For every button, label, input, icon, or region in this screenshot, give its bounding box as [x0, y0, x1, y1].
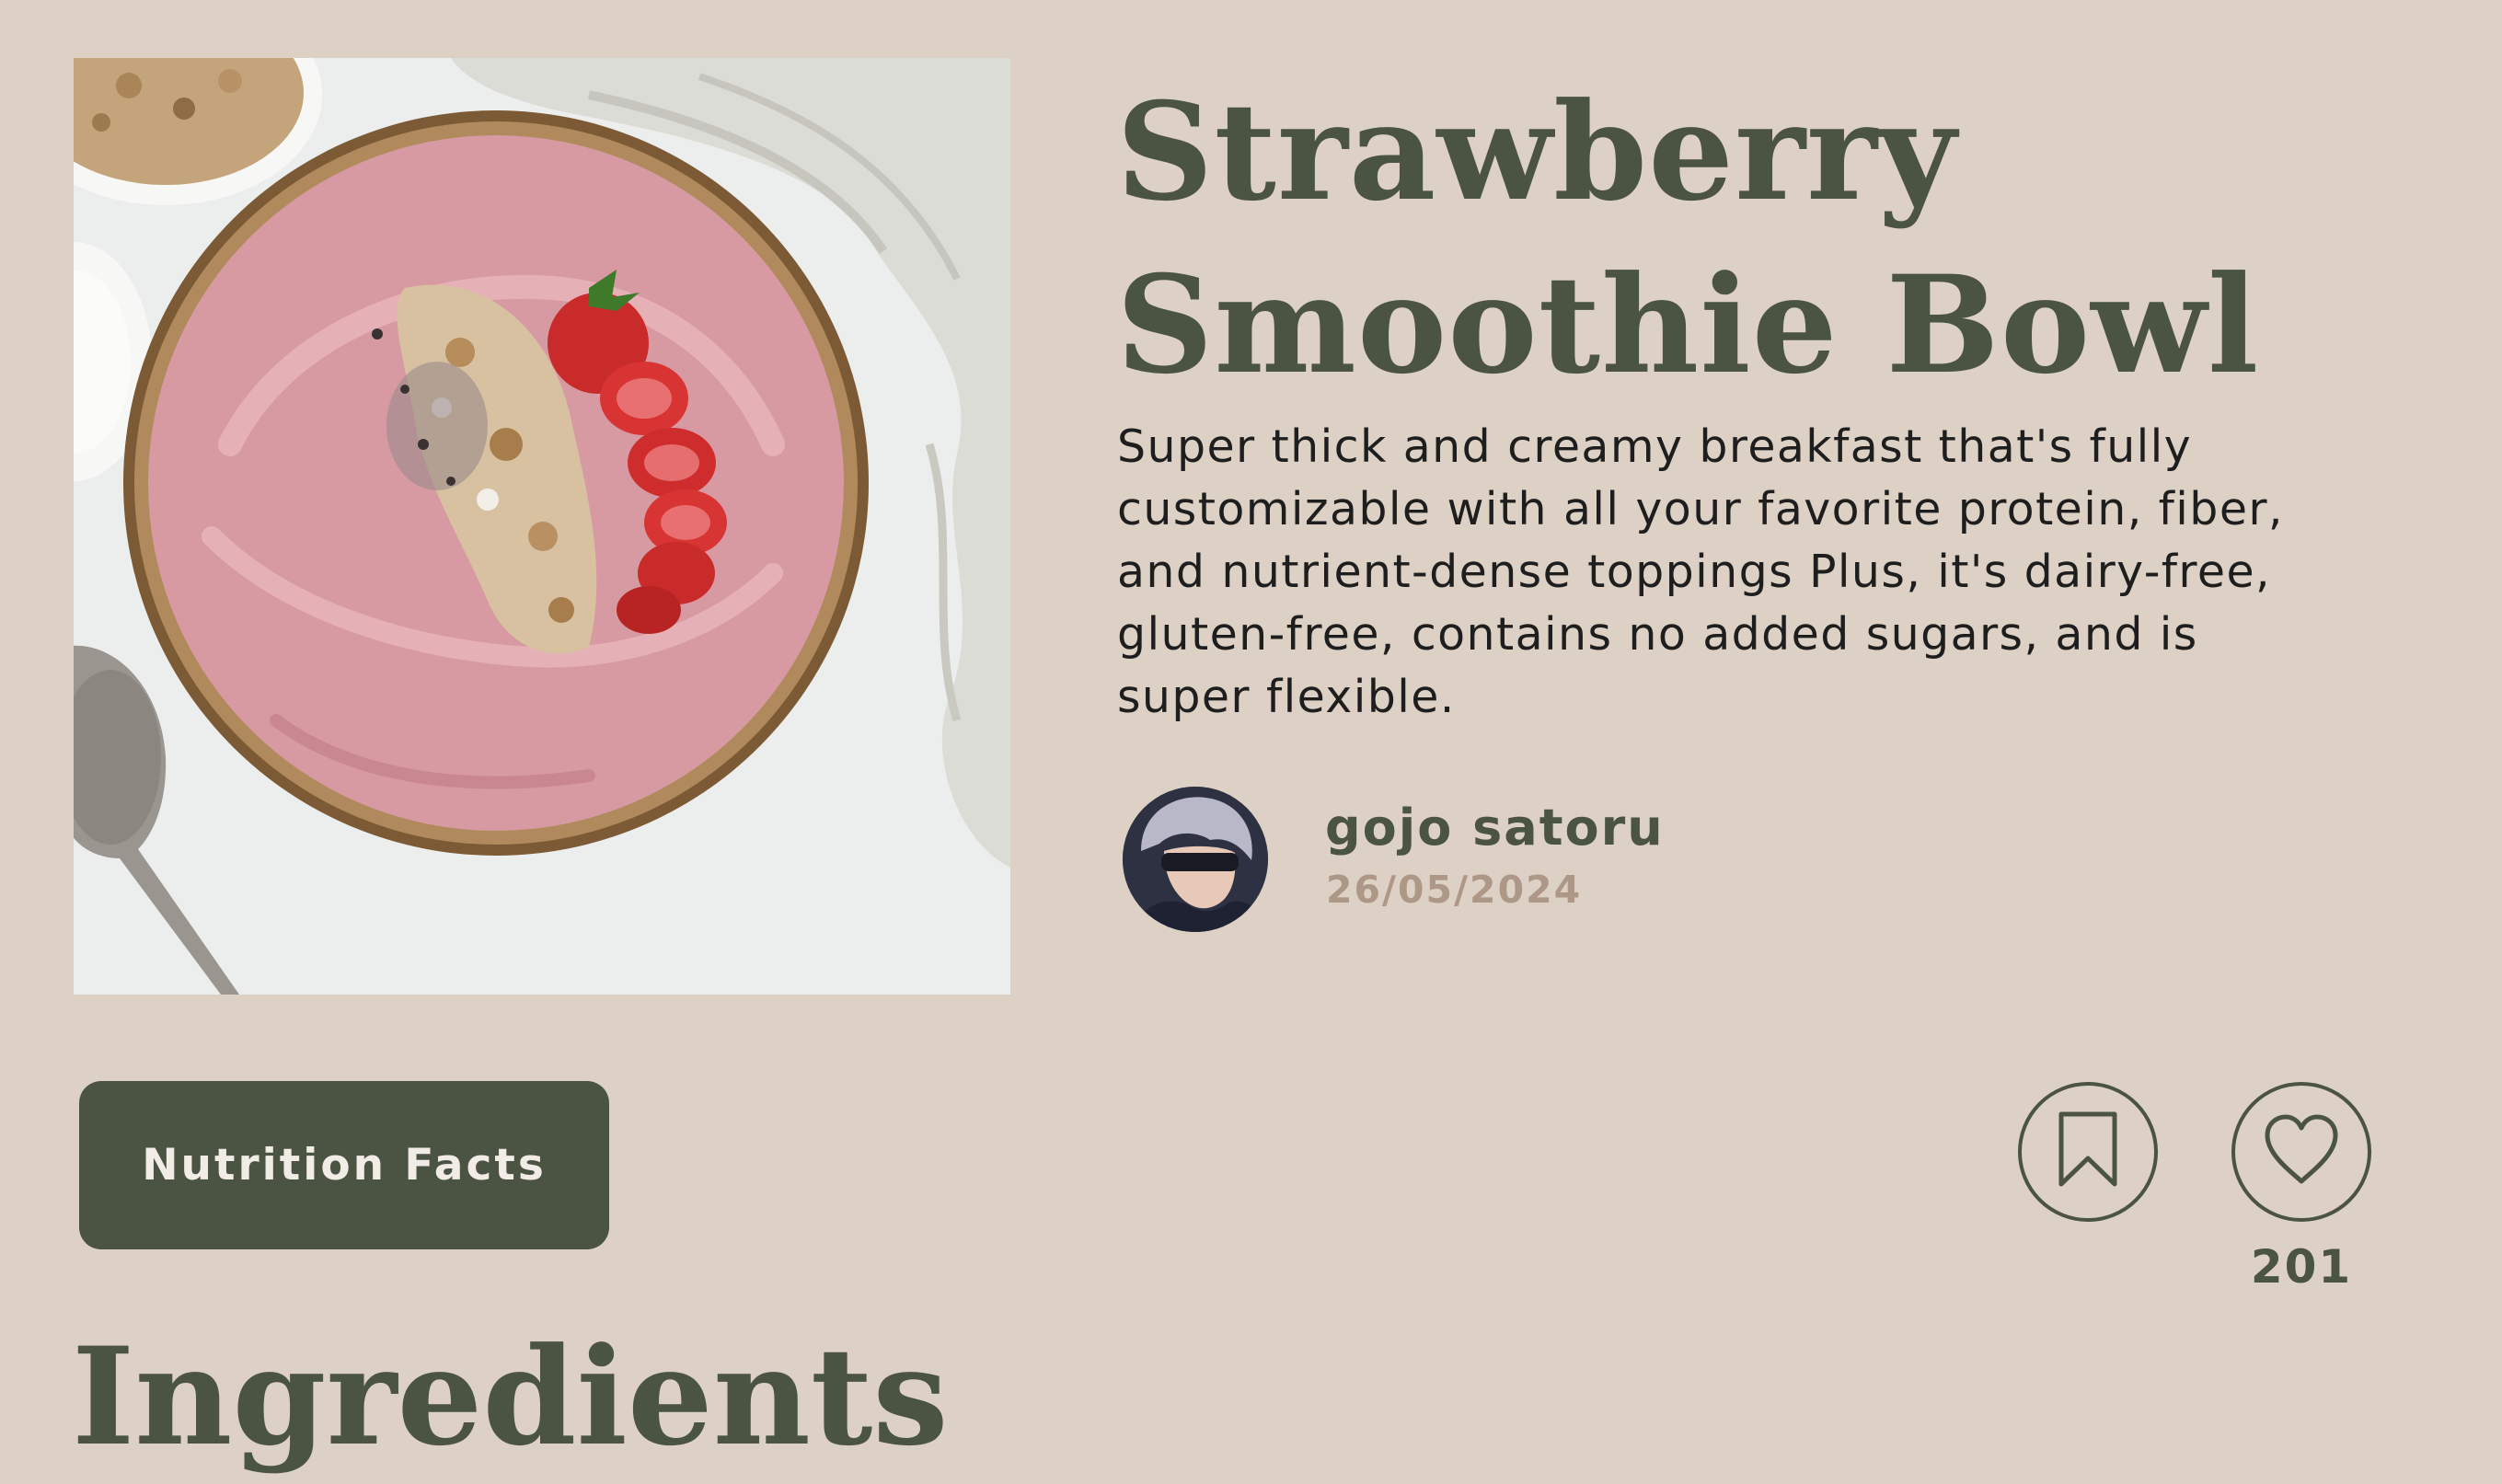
author-avatar[interactable] — [1123, 787, 1268, 932]
like-count: 201 — [2250, 1240, 2353, 1294]
ingredients-heading: Ingredients — [72, 1318, 949, 1476]
bookmark-icon — [2056, 1110, 2120, 1194]
heart-icon — [2262, 1113, 2341, 1191]
recipe-description: Super thick and creamy breakfast that's … — [1117, 420, 2284, 723]
recipe-title: Strawberry Smoothie Bowl — [1116, 74, 2260, 404]
recipe-photo — [74, 58, 1010, 995]
nutrition-facts-button[interactable]: Nutrition Facts — [79, 1081, 609, 1249]
bookmark-button[interactable] — [2018, 1082, 2158, 1222]
post-date: 26/05/2024 — [1326, 868, 1583, 912]
like-button[interactable] — [2231, 1082, 2371, 1222]
author-name[interactable]: gojo satoru — [1325, 799, 1665, 857]
